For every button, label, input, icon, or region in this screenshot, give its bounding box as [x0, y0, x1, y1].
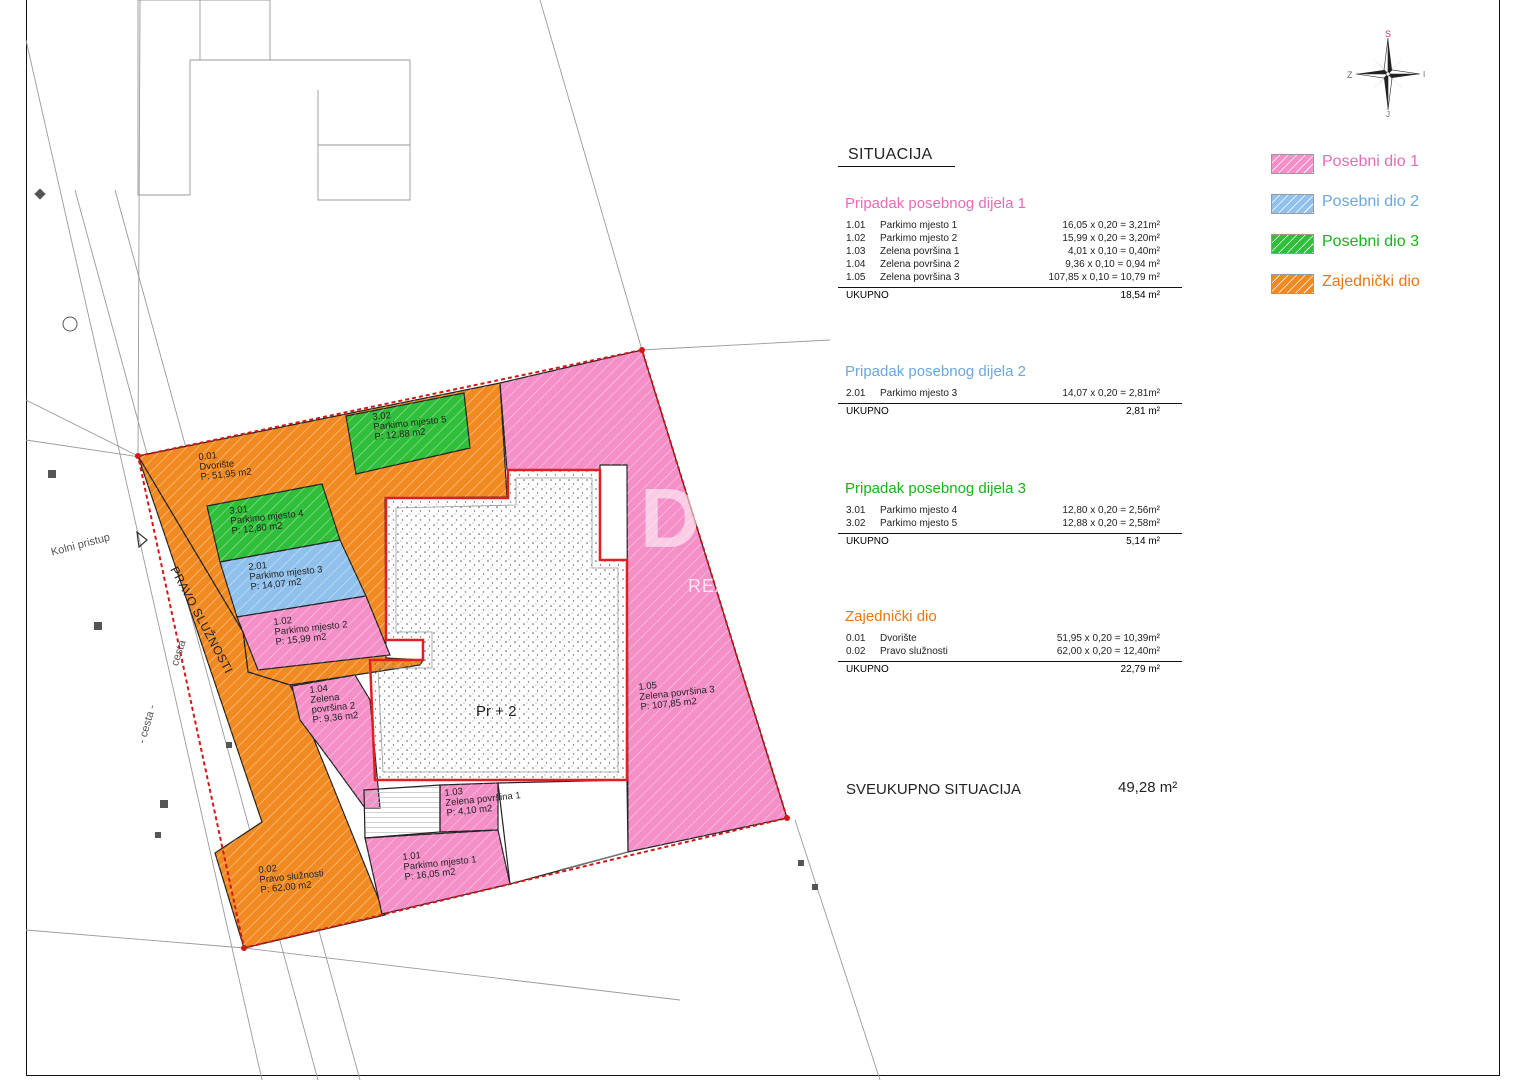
table-row: 3.02 Parkimo mjesto 5 12,88 x 0,20 = 2,58m…: [846, 518, 1160, 530]
watermark-sub: REAL ESTATE: [688, 576, 818, 596]
table-row: 1.04 Zelena površina 2 9,36 x 0,10 = 0,94 …: [846, 259, 1160, 271]
row-code: 0.01: [846, 633, 866, 644]
building-label: Pr + 2: [476, 703, 517, 720]
legend-swatch: [1271, 194, 1314, 214]
row-name: Dvorište: [880, 633, 917, 644]
row-name: Parkimo mjesto 4: [880, 505, 958, 516]
row-code: 3.01: [846, 505, 866, 516]
parcel-marker: [62, 316, 78, 332]
row-name: Parkimo mjesto 3: [880, 388, 958, 399]
row-code: 0.02: [846, 646, 866, 657]
section-divider: [838, 533, 1182, 534]
total-value: 5,14 m²: [1126, 536, 1160, 547]
legend-swatch: [1271, 154, 1314, 174]
section-title: Pripadak posebnog dijela 3: [845, 480, 1026, 497]
row-code: 1.04: [846, 259, 866, 270]
row-value: 16,05 x 0,20 = 3,21m²: [1062, 220, 1160, 231]
compass-s: J: [1386, 110, 1390, 119]
legend-label: Zajednički dio: [1322, 273, 1420, 290]
table-row: 1.02 Parkimo mjesto 2 15,99 x 0,20 = 3,20m…: [846, 233, 1160, 245]
row-value: 15,99 x 0,20 = 3,20m²: [1062, 233, 1160, 244]
row-value: 4,01 x 0,10 = 0,40m²: [1067, 246, 1160, 257]
title-underline: [838, 166, 955, 167]
row-code: 1.05: [846, 272, 866, 283]
compass-w: Z: [1347, 70, 1353, 80]
total-label: UKUPNO: [846, 290, 889, 301]
legend-label: Posebni dio 1: [1322, 153, 1419, 170]
grand-total-value: 49,28 m²: [1118, 779, 1178, 796]
row-value: 62,00 x 0,20 = 12,40m²: [1056, 646, 1160, 657]
row-name: Zelena površina 1: [880, 246, 960, 257]
table-row: 0.02 Pravo služnosti 62,00 x 0,20 = 12,40m…: [846, 646, 1160, 658]
compass-n: S: [1385, 29, 1392, 39]
row-code: 3.02: [846, 518, 866, 529]
grand-total-label: SVEUKUPNO SITUACIJA: [846, 781, 1022, 798]
row-name: Zelena površina 2: [880, 259, 960, 270]
section-divider: [838, 661, 1182, 662]
building-footprint: [368, 468, 629, 782]
legend-label: Posebni dio 3: [1322, 233, 1419, 250]
compass-rose-icon: [1355, 37, 1421, 111]
legend-label: Posebni dio 2: [1322, 193, 1419, 210]
watermark-brand: DUX: [640, 471, 854, 565]
row-value: 12,80 x 0,20 = 2,56m²: [1062, 505, 1160, 516]
legend-swatch: [1271, 234, 1314, 254]
section-title: Zajednički dio: [845, 608, 937, 625]
row-code: 1.01: [846, 220, 866, 231]
row-value: 14,07 x 0,20 = 2,81m²: [1062, 388, 1160, 399]
row-value: 51,95 x 0,20 = 10,39m²: [1056, 633, 1160, 644]
walkway: [363, 784, 441, 839]
row-name: Parkimo mjesto 2: [880, 233, 958, 244]
table-row: 1.01 Parkimo mjesto 1 16,05 x 0,20 = 3,21m…: [846, 220, 1160, 232]
row-name: Parkimo mjesto 5: [880, 518, 958, 529]
page-title: SITUACIJA: [848, 146, 933, 163]
table-row: 0.01 Dvorište 51,95 x 0,20 = 10,39m²: [846, 633, 1160, 645]
total-label: UKUPNO: [846, 536, 889, 547]
table-row: 1.03 Zelena površina 1 4,01 x 0,10 = 0,40m…: [846, 246, 1160, 258]
compass-e: I: [1423, 70, 1426, 79]
row-code: 2.01: [846, 388, 866, 399]
total-value: 18,54 m²: [1120, 290, 1160, 301]
section-divider: [838, 403, 1182, 404]
row-name: Parkimo mjesto 1: [880, 220, 958, 231]
zone-label-p001: 0.01 Dvorište P: 51,95 m2: [198, 448, 252, 483]
row-code: 1.03: [846, 246, 866, 257]
total-value: 2,81 m²: [1126, 406, 1160, 417]
zone-label-p104: 1.04 Zelena površina 2 P: 9,36 m2: [309, 681, 359, 726]
total-label: UKUPNO: [846, 664, 889, 675]
row-value: 9,36 x 0,10 = 0,94 m²: [1065, 259, 1160, 270]
section-divider: [838, 287, 1182, 288]
row-code: 1.02: [846, 233, 866, 244]
row-value: 12,88 x 0,20 = 2,58m²: [1062, 518, 1160, 529]
table-row: 2.01 Parkimo mjesto 3 14,07 x 0,20 = 2,81m…: [846, 388, 1160, 400]
section-title: Pripadak posebnog dijela 1: [845, 195, 1026, 212]
row-name: Pravo služnosti: [880, 646, 948, 657]
row-name: Zelena površina 3: [880, 272, 960, 283]
table-row: 3.01 Parkimo mjesto 4 12,80 x 0,20 = 2,56m…: [846, 505, 1160, 517]
table-row: 1.05 Zelena površina 3 107,85 x 0,10 = 10,…: [846, 272, 1160, 284]
row-value: 107,85 x 0,10 = 10,79 m²: [1048, 272, 1160, 283]
legend-swatch: [1271, 274, 1314, 294]
section-title: Pripadak posebnog dijela 2: [845, 363, 1026, 380]
total-label: UKUPNO: [846, 406, 889, 417]
total-value: 22,79 m²: [1120, 664, 1160, 675]
